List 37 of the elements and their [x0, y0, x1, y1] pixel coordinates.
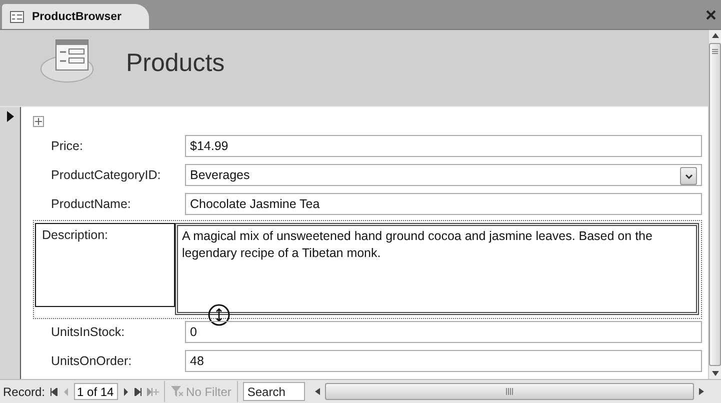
text-field[interactable]: $14.99 [185, 135, 702, 157]
text-field[interactable]: Chocolate Jasmine Tea [185, 193, 702, 215]
form-title: Products [126, 49, 225, 78]
record-position-field[interactable]: 1 of 14 [74, 383, 118, 400]
form-tab[interactable]: ProductBrowser [2, 4, 150, 29]
grip-icon [506, 388, 514, 395]
record-label: Record: [3, 384, 46, 398]
chevron-down-icon [684, 174, 692, 178]
funnel-icon [171, 386, 184, 397]
field-label: Price: [50, 138, 84, 155]
scroll-up-icon [712, 32, 718, 39]
combo-box[interactable]: Beverages [185, 164, 702, 186]
next-record-button[interactable] [123, 388, 130, 396]
scroll-down-icon [712, 370, 718, 377]
scroll-right-icon [698, 388, 705, 395]
grip-icon [712, 49, 718, 54]
close-icon[interactable] [705, 8, 717, 20]
move-handle-icon[interactable] [33, 116, 44, 127]
memo-field[interactable]: A magical mix of unsweetened hand ground cocoa and jasmine leaves. Based on the legendary recipe of a Tibetan monk. [175, 223, 699, 315]
form-icon [10, 10, 24, 22]
scroll-left-icon [314, 388, 322, 395]
field-label: UnitsInStock: [50, 324, 126, 341]
field-label: Description: [35, 223, 175, 307]
first-record-button[interactable] [50, 388, 58, 396]
current-record-icon [6, 111, 14, 122]
record-selector[interactable] [0, 107, 21, 379]
field-value: Beverages [190, 168, 250, 183]
text-field[interactable]: 0 [185, 321, 702, 343]
field-label: ProductCategoryID: [50, 167, 162, 184]
search-field[interactable]: Search [243, 382, 306, 401]
field-label: ProductName: [50, 196, 132, 213]
field-label: UnitsOnOrder: [50, 353, 133, 370]
dropdown-button[interactable] [680, 167, 697, 185]
last-record-button[interactable] [134, 388, 142, 396]
horizontal-scroll-thumb[interactable] [325, 383, 694, 400]
text-field[interactable]: 48 [185, 350, 702, 372]
resize-cursor-icon [208, 304, 230, 326]
